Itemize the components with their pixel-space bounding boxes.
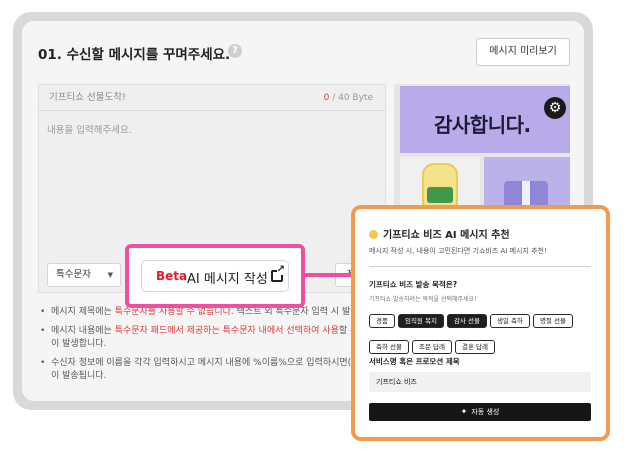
body-textarea[interactable]: 내용을 입력해주세요.: [47, 122, 132, 136]
purpose-chip[interactable]: 결혼 답례: [455, 340, 495, 354]
help-icon[interactable]: ?: [228, 44, 242, 58]
purpose-chip[interactable]: 명절 선물: [532, 314, 573, 328]
gear-icon[interactable]: ⚙: [544, 97, 566, 119]
ai-recommend-popup: 기프티쇼 비즈 AI 메시지 추천 메시지 작성 시, 내용이 고민된다면 기쇼…: [351, 205, 610, 441]
notice-item: • 수신자 정보에 이름을 각각 입력하시고 메시지 내용에 %이름%으로 입력하…: [40, 358, 368, 368]
ai-message-write-label: AI 메시지 작성: [187, 272, 268, 287]
divider: [369, 266, 591, 267]
purpose-chip[interactable]: 경품: [369, 314, 395, 328]
smile-icon: [369, 230, 378, 239]
ai-popup-title: 기프티쇼 비즈 AI 메시지 추천: [369, 226, 510, 241]
subject-byte-max: / 40 Byte: [332, 93, 373, 103]
subject-byte-counter: 0 / 40 Byte: [324, 85, 373, 111]
purpose-hint: 기프티쇼 발송하려는 목적을 선택해주세요!: [369, 296, 477, 303]
purpose-chip[interactable]: 축하 선물: [369, 340, 409, 354]
banner-text: 감사합니다.: [434, 113, 531, 137]
notice-list: • 메시지 제목에는 특수문자를 사용할 수 없습니다. 텍스트 외 특수문자 입…: [40, 306, 385, 389]
purpose-chip-group: 경품 임직원 복지 감사 선물 생일 축하 명절 선물축하 선물 조문 답례 결혼 답례: [369, 308, 595, 360]
message-preview-button[interactable]: 메시지 미리보기: [476, 38, 570, 66]
auto-generate-button[interactable]: ✦ 자동 생성: [369, 403, 591, 421]
chevron-down-icon: ▼: [107, 271, 113, 279]
purpose-question: 기프티쇼 비즈 발송 목적은?: [369, 280, 458, 289]
beta-button-callout: Beta AI 메시지 작성 ↗: [125, 244, 305, 308]
notice-item: • 메시지 내용에는 특수문자 패드에서 제공하는 특수문자 내에서 선택하여 사…: [40, 326, 369, 336]
beta-badge: Beta: [156, 269, 188, 283]
purpose-chip[interactable]: 감사 선물: [446, 314, 487, 328]
ai-message-write-button[interactable]: Beta AI 메시지 작성 ↗: [141, 260, 289, 292]
callout-connector: [305, 273, 351, 277]
screenshot-stage: 01. 수신할 메시지를 꾸며주세요. ? 메시지 미리보기 기프티쇼 선물도착…: [0, 0, 633, 475]
subject-byte-current: 0: [323, 93, 330, 103]
service-name-label: 서비스명 혹은 프로모션 제목: [369, 357, 460, 366]
purpose-chip[interactable]: 조문 답례: [412, 340, 452, 354]
section-title: 01. 수신할 메시지를 꾸며주세요.: [38, 47, 231, 63]
special-char-select-label: 특수문자: [56, 269, 91, 280]
preview-banner: 감사합니다. ⚙: [400, 86, 570, 153]
purpose-chip[interactable]: 생일 축하: [489, 314, 530, 328]
service-name-input[interactable]: [369, 372, 591, 392]
notice-item-continued: 이 발송됩니다.: [51, 371, 107, 381]
special-char-select[interactable]: 특수문자 ▼: [47, 263, 121, 287]
magic-wand-icon: ✦: [460, 407, 468, 416]
external-link-icon: ↗: [271, 265, 285, 282]
ai-popup-description: 메시지 작성 시, 내용이 고민된다면 기쇼비즈 AI 메시지 추천!: [369, 247, 547, 255]
purpose-chip[interactable]: 임직원 복지: [397, 314, 444, 328]
notice-item-continued: 이 발생합니다.: [51, 339, 107, 349]
